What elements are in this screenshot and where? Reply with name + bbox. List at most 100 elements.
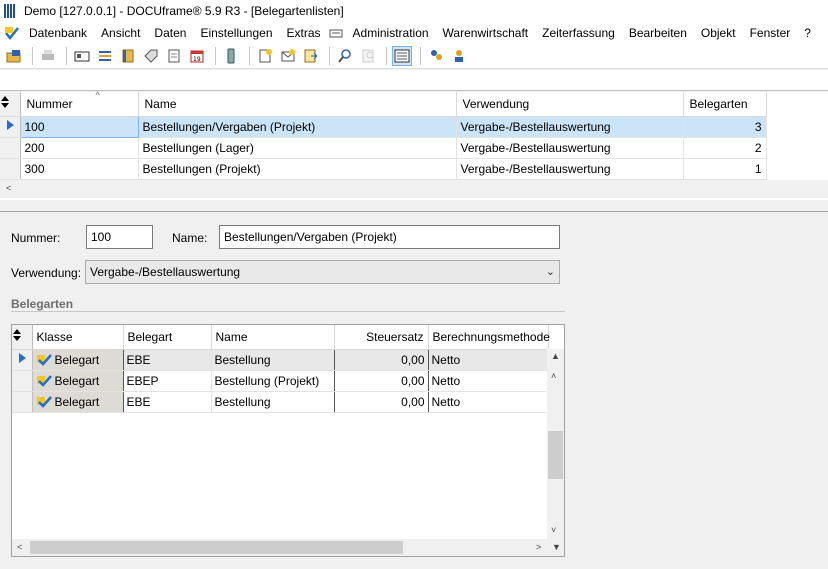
open-folder-icon[interactable] [4,46,24,66]
menu-daten[interactable]: Daten [147,26,193,40]
app-icon [4,4,18,18]
table-row[interactable]: 100 Bestellungen/Vergaben (Projekt) Verg… [0,115,767,138]
form-view-icon[interactable] [392,45,412,66]
verwendung-select[interactable]: Vergabe-/Bestellauswertung ⌄ [85,260,560,284]
cell-nummer[interactable]: 200 [20,137,139,159]
cell-berechnungsmethode[interactable]: Netto [428,370,549,392]
cell-steuersatz[interactable]: 0,00 [334,391,429,413]
table-row[interactable]: 200 Bestellungen (Lager) Vergabe-/Bestel… [0,137,767,159]
search-icon[interactable] [335,46,355,66]
table-row[interactable]: Belegart EBEP Bestellung (Projekt) 0,00 … [12,370,549,392]
column-header-belegart[interactable]: Belegart [123,325,212,350]
splitter[interactable] [0,200,828,212]
menu-fenster[interactable]: Fenster [743,26,798,40]
cell-belegart[interactable]: EBEP [123,370,212,392]
menu-ansicht[interactable]: Ansicht [94,26,147,40]
scroll-up-icon[interactable]: ˄ [551,371,556,381]
cell-name[interactable]: Bestellung (Projekt) [211,370,335,392]
column-header-belegarten[interactable]: Belegarten [683,92,767,117]
row-header-corner[interactable] [12,325,33,350]
toolbar-separator [215,46,216,65]
cell-steuersatz[interactable]: 0,00 [334,370,429,392]
cell-name[interactable]: Bestellungen (Lager) [138,137,457,159]
cell-belegarten[interactable]: 2 [683,137,767,159]
horizontal-scrollbar[interactable]: < > ▼ [12,539,564,556]
horizontal-scrollbar[interactable]: < [0,180,828,198]
scroll-bottom-icon[interactable]: ▼ [552,542,561,552]
menu-extras[interactable]: Extras [280,26,328,40]
menu-administration[interactable]: Administration [346,26,436,40]
scroll-left-icon[interactable]: < [17,542,22,552]
cell-verwendung[interactable]: Vergabe-/Bestellauswertung [456,116,684,138]
row-selector[interactable] [12,391,33,413]
users-icon[interactable] [426,46,446,66]
column-header-klasse[interactable]: Klasse [32,325,124,350]
document-icon[interactable] [164,46,184,66]
card-icon[interactable] [72,46,92,66]
cell-nummer[interactable]: 100 [19,115,139,138]
user-settings-icon[interactable] [449,46,469,66]
keyboard-icon[interactable] [328,26,344,40]
cell-klasse[interactable]: Belegart [32,391,124,413]
docuframe-menu-icon[interactable] [4,26,20,40]
cell-name[interactable]: Bestellung [211,349,335,371]
name-field[interactable]: Bestellungen/Vergaben (Projekt) [219,225,560,249]
menu-einstellungen[interactable]: Einstellungen [193,26,279,40]
menu-bearbeiten[interactable]: Bearbeiten [622,26,694,40]
scroll-down-icon[interactable]: ˅ [551,525,556,535]
column-header-berechnungsmethode[interactable]: Berechnungsmethode [428,325,550,350]
row-selector[interactable] [0,137,21,159]
scroll-left-icon[interactable]: < [6,183,11,193]
menu-datenbank[interactable]: Datenbank [22,26,94,40]
horizontal-scroll-thumb[interactable] [30,541,403,554]
cell-berechnungsmethode[interactable]: Netto [428,349,549,371]
cell-belegart[interactable]: EBE [123,391,212,413]
column-header-name[interactable]: Name [211,325,335,350]
list-icon[interactable] [95,46,115,66]
phone-icon[interactable] [221,46,241,66]
tag-icon[interactable] [141,46,161,66]
nummer-field[interactable]: 100 [86,225,153,249]
cell-berechnungsmethode[interactable]: Netto [428,391,549,413]
cell-verwendung[interactable]: Vergabe-/Bestellauswertung [456,158,684,180]
cell-klasse[interactable]: Belegart [32,349,124,371]
search-disabled-icon[interactable] [358,46,378,66]
cell-name[interactable]: Bestellung [211,391,335,413]
book-icon[interactable] [118,46,138,66]
row-selector[interactable] [12,370,33,392]
menu-help[interactable]: ? [797,26,818,40]
calendar-icon[interactable]: 19 [187,46,207,66]
cell-nummer[interactable]: 300 [20,158,139,180]
column-header-verwendung[interactable]: Verwendung [456,92,684,117]
column-header-steuersatz[interactable]: Steuersatz [334,325,429,350]
cell-belegarten[interactable]: 1 [683,158,767,180]
row-selector[interactable] [0,158,21,180]
scroll-top-icon[interactable]: ▲ [551,351,560,361]
cell-verwendung[interactable]: Vergabe-/Bestellauswertung [456,137,684,159]
print-icon[interactable] [38,46,58,66]
menu-objekt[interactable]: Objekt [694,26,743,40]
vertical-scroll-thumb[interactable] [548,431,563,479]
table-row[interactable]: Belegart EBE Bestellung 0,00 Netto [12,391,549,413]
envelope-icon[interactable] [278,46,298,66]
cell-belegarten[interactable]: 3 [683,116,767,138]
current-row-indicator-icon [0,116,21,138]
column-header-name[interactable]: Name [138,92,457,117]
table-row[interactable]: 300 Bestellungen (Projekt) Vergabe-/Best… [0,158,767,180]
cell-klasse[interactable]: Belegart [32,370,124,392]
toolbar-separator [66,46,67,65]
new-document-icon[interactable] [255,46,275,66]
scroll-right-icon[interactable]: > [536,542,541,552]
cell-steuersatz[interactable]: 0,00 [334,349,429,371]
table-row[interactable]: Belegart EBE Bestellung 0,00 Netto [12,349,549,371]
cell-name[interactable]: Bestellungen (Projekt) [138,158,457,180]
vertical-scrollbar[interactable]: ▲ ˄ ˅ [547,349,564,541]
toolbar-separator [32,46,33,65]
cell-name[interactable]: Bestellungen/Vergaben (Projekt) [138,116,457,138]
forward-document-icon[interactable] [301,46,321,66]
row-header-corner[interactable] [0,92,21,117]
menu-zeiterfassung[interactable]: Zeiterfassung [535,26,622,40]
cell-belegart[interactable]: EBE [123,349,212,371]
menu-warenwirtschaft[interactable]: Warenwirtschaft [436,26,536,40]
column-header-nummer[interactable]: ^ Nummer [20,90,139,117]
